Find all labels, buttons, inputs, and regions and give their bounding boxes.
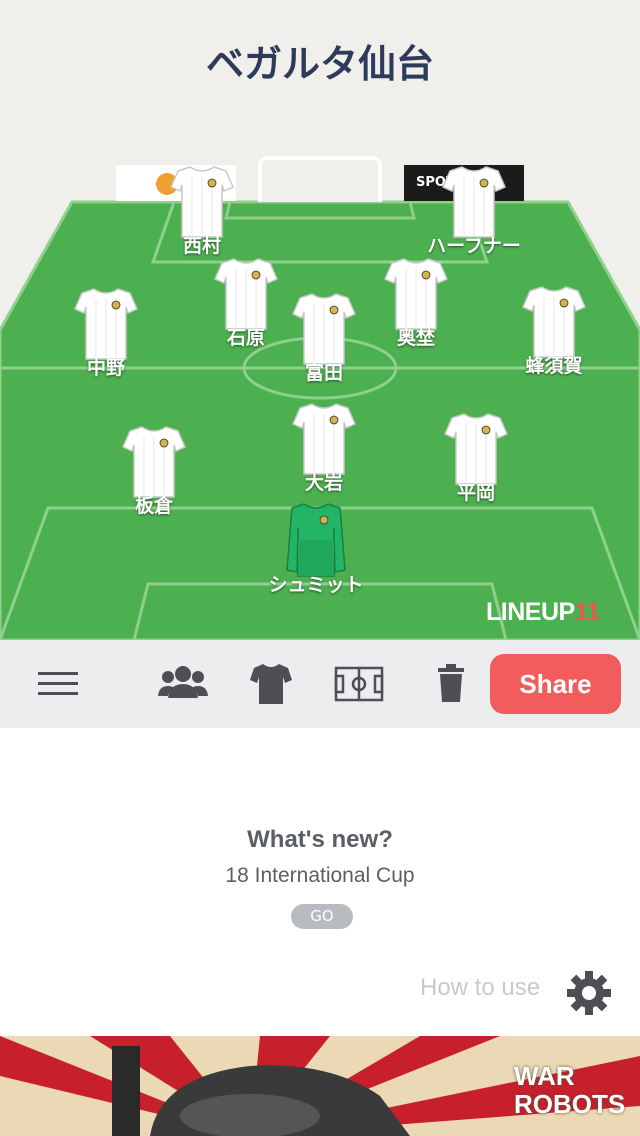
player-name: 蜂須賀 [525,355,583,377]
jersey-icon [74,288,138,360]
player-name: 大岩 [304,472,343,494]
player-name: シュミット [268,574,364,596]
player-name: 板倉 [134,495,173,517]
go-button[interactable]: GO [291,904,353,929]
share-button[interactable]: Share [490,654,621,714]
jersey-icon [170,166,234,238]
player-name: 富田 [304,362,343,384]
player-name: 中野 [86,357,125,379]
war-robots-logo: WAR ROBOTS [514,1061,626,1119]
player-hiraoka[interactable]: 平岡 [406,410,546,504]
player-itakura[interactable]: 板倉 [84,423,224,517]
jersey-icon [122,426,186,498]
jersey-icon [292,293,356,365]
menu-icon[interactable] [38,670,78,702]
player-tomita[interactable]: 富田 [254,290,394,384]
team-icon[interactable] [158,664,208,704]
jersey-icon [522,286,586,358]
team-title: ベガルタ仙台 [205,41,434,86]
player-nakano[interactable]: 中野 [36,285,176,379]
player-schmidt-goalkeeper[interactable]: シュミット [246,500,386,596]
content-area: What's new? 18 International Cup GO How … [0,728,640,1036]
player-havenaar[interactable]: ハーフナー [404,163,544,257]
jersey-icon [292,403,356,475]
field-icon[interactable] [334,666,384,706]
player-nishimura[interactable]: 西村 [132,163,272,257]
whats-new-title: What's new? [247,826,393,853]
goal [258,156,382,202]
how-to-use-link[interactable]: How to use [420,974,540,1002]
goalkeeper-jersey-icon [286,503,346,577]
player-name: ハーフナー [427,235,521,257]
jersey-icon [442,166,506,238]
shirt-icon[interactable] [250,662,292,710]
player-oiwa[interactable]: 大岩 [254,400,394,494]
trash-icon[interactable] [438,664,464,706]
player-hachisuka[interactable]: 蜂須賀 [484,283,624,377]
ad-banner[interactable]: WAR ROBOTS [0,1036,640,1136]
player-name: 西村 [182,235,221,257]
app-header: ベガルタ仙台 [0,0,640,120]
jersey-icon [444,413,508,485]
whats-new-subtitle: 18 International Cup [225,864,415,887]
lineup11-logo: LINEUP11 [486,598,601,626]
player-name: 平岡 [456,482,495,504]
gear-icon[interactable] [566,970,612,1020]
